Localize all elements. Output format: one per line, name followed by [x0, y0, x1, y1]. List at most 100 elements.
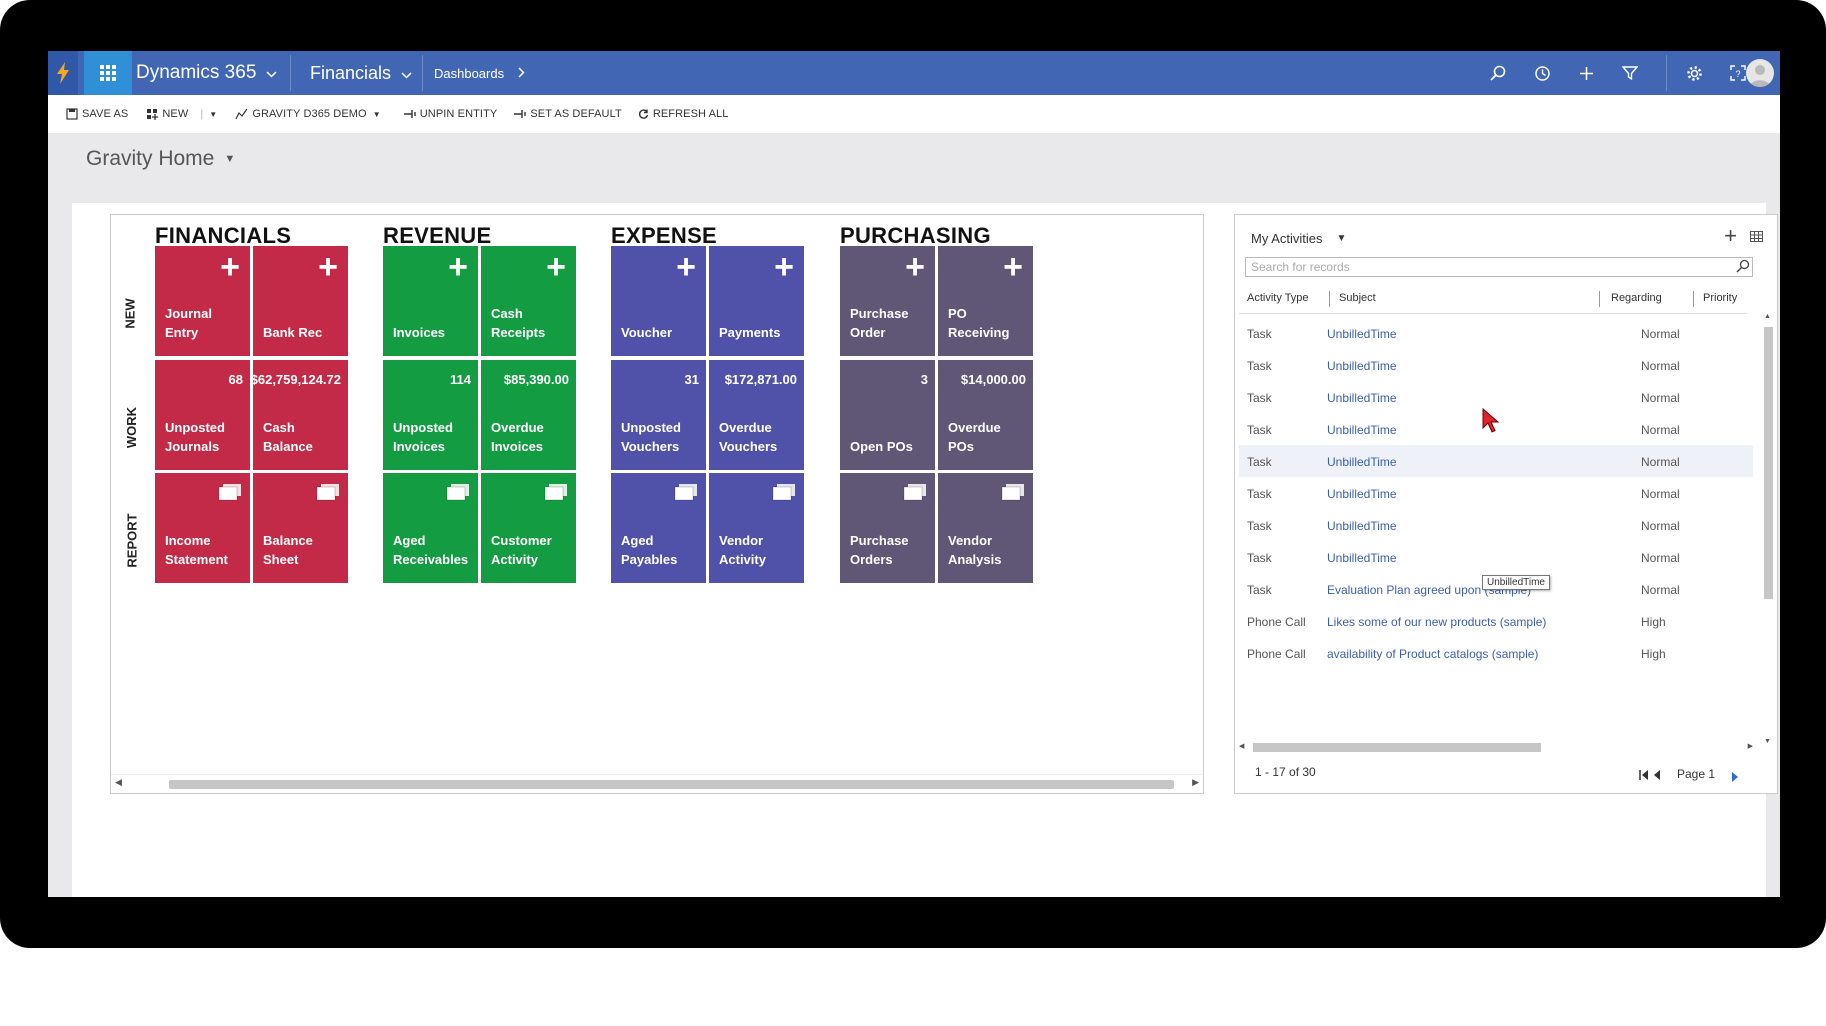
column-header-regarding[interactable]: Regarding — [1611, 292, 1662, 304]
activity-row[interactable]: Phone Call availability of Product catalo… — [1239, 637, 1753, 669]
activity-row[interactable]: Task UnbilledTime Normal — [1239, 509, 1753, 541]
tile-new[interactable]: + Invoices — [383, 246, 478, 356]
chevron-down-icon: ▼ — [1336, 233, 1347, 244]
gear-icon[interactable] — [1682, 61, 1706, 85]
tile-new[interactable]: + Voucher — [611, 246, 706, 356]
breadcrumb-dashboards[interactable]: Dashboards — [434, 66, 504, 81]
tile-work[interactable]: $172,871.00 Overdue Vouchers — [709, 360, 804, 470]
tile-report[interactable]: Customer Activity — [481, 473, 576, 583]
activity-row[interactable]: Task UnbilledTime Normal — [1239, 477, 1753, 509]
tile-report[interactable]: Income Statement — [155, 473, 250, 583]
set-as-default-button[interactable]: SET AS DEFAULT — [513, 108, 622, 120]
new-dropdown-button[interactable]: | ▼ — [200, 108, 217, 120]
tile-work[interactable]: $62,759,124.72 Cash Balance — [251, 360, 348, 470]
area-switcher[interactable]: Financials — [310, 51, 412, 95]
plus-icon[interactable] — [1574, 61, 1598, 85]
search-input[interactable]: Search for records — [1245, 257, 1753, 277]
tile-new[interactable]: + Cash Receipts — [481, 246, 576, 356]
app-switcher[interactable]: Dynamics 365 — [136, 51, 277, 95]
breadcrumb[interactable]: Dashboards — [434, 51, 525, 95]
tile-new[interactable]: + Journal Entry — [155, 246, 250, 356]
user-avatar[interactable] — [1746, 59, 1774, 87]
report-icon — [674, 483, 698, 504]
search-icon[interactable] — [1486, 61, 1510, 85]
add-activity-icon[interactable]: + — [1724, 223, 1737, 249]
scrollbar-thumb[interactable] — [1253, 743, 1541, 752]
unpin-entity-button[interactable]: UNPIN ENTITY — [403, 108, 498, 120]
dashboard-selector[interactable]: Gravity Home ▼ — [86, 147, 235, 171]
activity-row[interactable]: Phone Call Likes some of our new products… — [1239, 605, 1753, 637]
activity-subject-link[interactable]: UnbilledTime — [1327, 551, 1397, 565]
vertical-scrollbar[interactable]: ▲ ▼ — [1763, 313, 1773, 745]
previous-page-icon[interactable] — [1653, 767, 1661, 785]
scrollbar-thumb[interactable] — [1764, 327, 1773, 599]
dashboard-selector-button[interactable]: GRAVITY D365 DEMO ▼ — [235, 108, 381, 120]
activity-row[interactable]: Task UnbilledTime Normal — [1239, 541, 1753, 573]
activity-row[interactable]: Task UnbilledTime Normal — [1239, 317, 1753, 349]
tile-report[interactable]: Aged Payables — [611, 473, 706, 583]
save-as-button[interactable]: SAVE AS — [66, 108, 128, 120]
activity-subject-link[interactable]: UnbilledTime — [1327, 423, 1397, 437]
tile-report[interactable]: Vendor Analysis — [938, 473, 1033, 583]
search-icon[interactable] — [1736, 259, 1750, 276]
first-page-icon[interactable] — [1639, 767, 1649, 785]
activity-subject-link[interactable]: UnbilledTime — [1327, 391, 1397, 405]
tile-report[interactable]: Vendor Activity — [709, 473, 804, 583]
next-page-icon[interactable] — [1731, 769, 1739, 787]
refresh-all-button[interactable]: REFRESH ALL — [638, 108, 729, 120]
horizontal-scrollbar[interactable]: ◀ ▶ — [111, 774, 1203, 793]
view-selector[interactable]: My Activities ▼ — [1251, 231, 1346, 246]
activity-subject-link[interactable]: UnbilledTime — [1327, 359, 1397, 373]
tile-work[interactable]: $85,390.00 Overdue Invoices — [481, 360, 576, 470]
activity-subject-link[interactable]: UnbilledTime — [1327, 487, 1397, 501]
grid-view-icon[interactable] — [1750, 229, 1763, 247]
activity-subject-link[interactable]: UnbilledTime — [1327, 519, 1397, 533]
activity-priority: Normal — [1641, 455, 1680, 469]
tile-new[interactable]: + PO Receiving — [938, 246, 1033, 356]
chevron-down-icon — [401, 63, 412, 84]
tile-value: $85,390.00 — [503, 372, 569, 387]
tile-work[interactable]: 114 Unposted Invoices — [383, 360, 478, 470]
new-icon — [147, 109, 159, 120]
activity-type: Phone Call — [1247, 615, 1306, 629]
tile-label: Unposted Journals — [165, 420, 225, 454]
tile-new[interactable]: + Bank Rec — [253, 246, 348, 356]
scroll-left-icon[interactable]: ◀ — [115, 777, 122, 788]
activity-subject-link[interactable]: UnbilledTime — [1327, 455, 1397, 469]
activity-type: Task — [1247, 327, 1272, 341]
activity-row[interactable]: Task UnbilledTime Normal — [1239, 349, 1753, 381]
grid-horizontal-scrollbar[interactable]: ◀ ▶ — [1239, 741, 1753, 753]
activity-subject-link[interactable]: Likes some of our new products (sample) — [1327, 615, 1546, 629]
scroll-right-icon[interactable]: ▶ — [1192, 777, 1199, 788]
tile-new[interactable]: + Payments — [709, 246, 804, 356]
scroll-right-icon[interactable]: ▶ — [1748, 742, 1753, 750]
activity-subject-link[interactable]: UnbilledTime — [1327, 327, 1397, 341]
caret-down-icon: ▼ — [372, 109, 381, 119]
column-header-priority[interactable]: Priority — [1703, 292, 1737, 304]
tile-report[interactable]: Balance Sheet — [253, 473, 348, 583]
tile-work[interactable]: 3 Open POs — [840, 360, 935, 470]
activity-row[interactable]: Task UnbilledTime Normal — [1239, 445, 1753, 477]
tile-new[interactable]: + Purchase Order — [840, 246, 935, 356]
new-button[interactable]: NEW — [146, 108, 188, 120]
plus-icon: + — [546, 248, 566, 286]
tile-work[interactable]: $14,000.00 Overdue POs — [938, 360, 1033, 470]
scroll-left-icon[interactable]: ◀ — [1239, 742, 1244, 750]
app-launcher-icon[interactable] — [84, 51, 132, 95]
column-header-activity-type[interactable]: Activity Type — [1247, 292, 1309, 304]
column-header-subject[interactable]: Subject — [1339, 292, 1376, 304]
tile-work[interactable]: 31 Unposted Vouchers — [611, 360, 706, 470]
activity-type: Task — [1247, 487, 1272, 501]
filter-icon[interactable] — [1618, 61, 1642, 85]
activity-subject-link[interactable]: availability of Product catalogs (sample… — [1327, 647, 1538, 661]
history-icon[interactable] — [1530, 61, 1554, 85]
tile-work[interactable]: 68 Unposted Journals — [155, 360, 250, 470]
tile-report[interactable]: Aged Receivables — [383, 473, 478, 583]
lightning-logo-icon[interactable] — [48, 51, 78, 95]
tile-report[interactable]: Purchase Orders — [840, 473, 935, 583]
page-title: Gravity Home — [86, 147, 215, 170]
scroll-down-icon[interactable]: ▼ — [1764, 738, 1771, 745]
scroll-up-icon[interactable]: ▲ — [1764, 313, 1771, 320]
tile-label: Purchase Order — [850, 306, 909, 340]
scrollbar-thumb[interactable] — [169, 780, 1174, 789]
